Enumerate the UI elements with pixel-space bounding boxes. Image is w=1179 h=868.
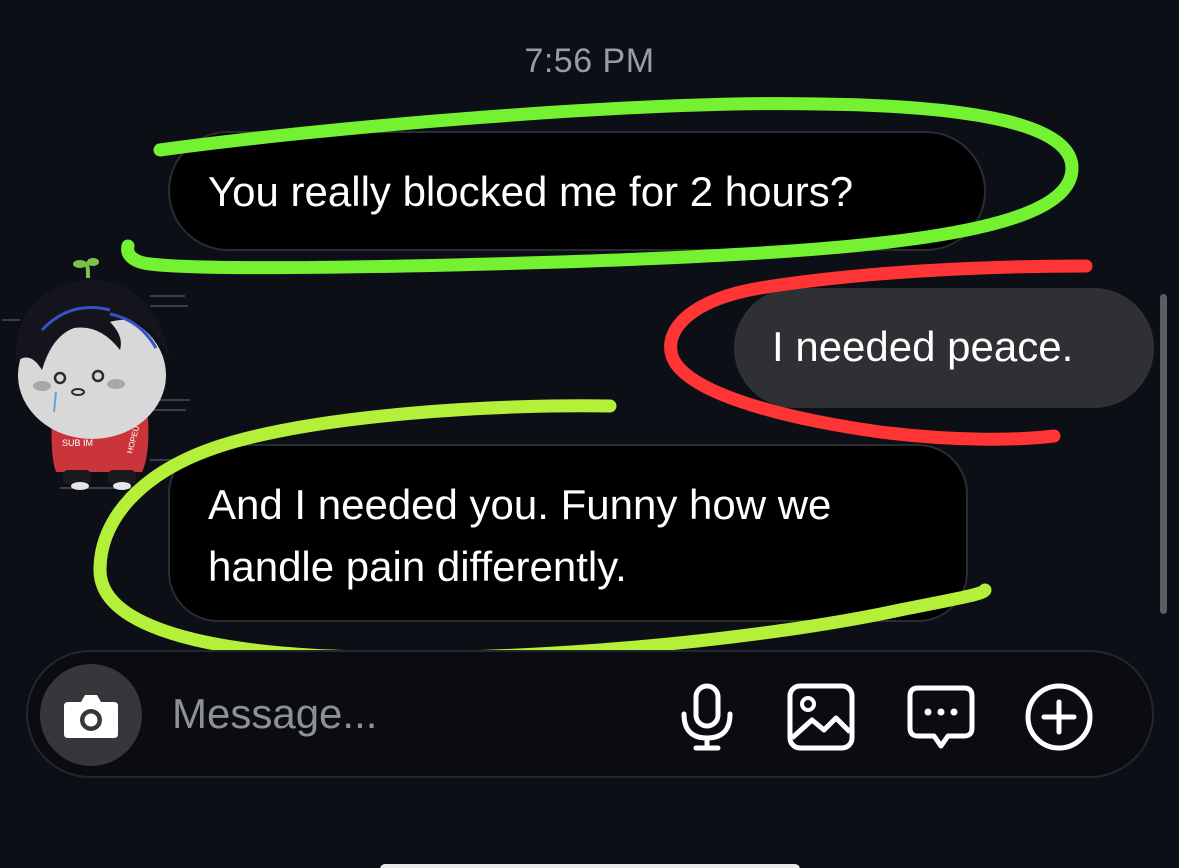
shirt-text: SUB IM (62, 438, 93, 448)
message-text: You really blocked me for 2 hours? (208, 168, 854, 215)
message-timestamp: 7:56 PM (524, 42, 655, 80)
message-composer (26, 650, 1154, 778)
outgoing-message-bubble[interactable]: I needed peace. (734, 288, 1154, 408)
camera-icon (64, 695, 118, 738)
message-text: I needed peace. (772, 323, 1074, 370)
message-text-line: And I needed you. Funny how we (208, 481, 832, 528)
message-text-line: handle pain differently. (208, 543, 627, 590)
camera-button[interactable] (40, 664, 142, 766)
incoming-message-bubble[interactable]: You really blocked me for 2 hours? (168, 131, 986, 251)
microphone-icon[interactable] (670, 680, 744, 754)
chat-bubble-icon[interactable] (904, 680, 978, 754)
message-input[interactable] (172, 676, 652, 752)
incoming-message-bubble[interactable]: And I needed you. Funny how we handle pa… (168, 444, 968, 622)
plus-circle-icon[interactable] (1022, 680, 1096, 754)
image-gallery-icon[interactable] (784, 680, 858, 754)
sender-avatar[interactable]: SUB IM HOPEU (0, 250, 200, 500)
home-indicator (380, 864, 800, 868)
chat-screen: 7:56 PM SUB IM HOPEU You really blocked … (0, 0, 1179, 868)
scrollbar[interactable] (1160, 294, 1167, 614)
